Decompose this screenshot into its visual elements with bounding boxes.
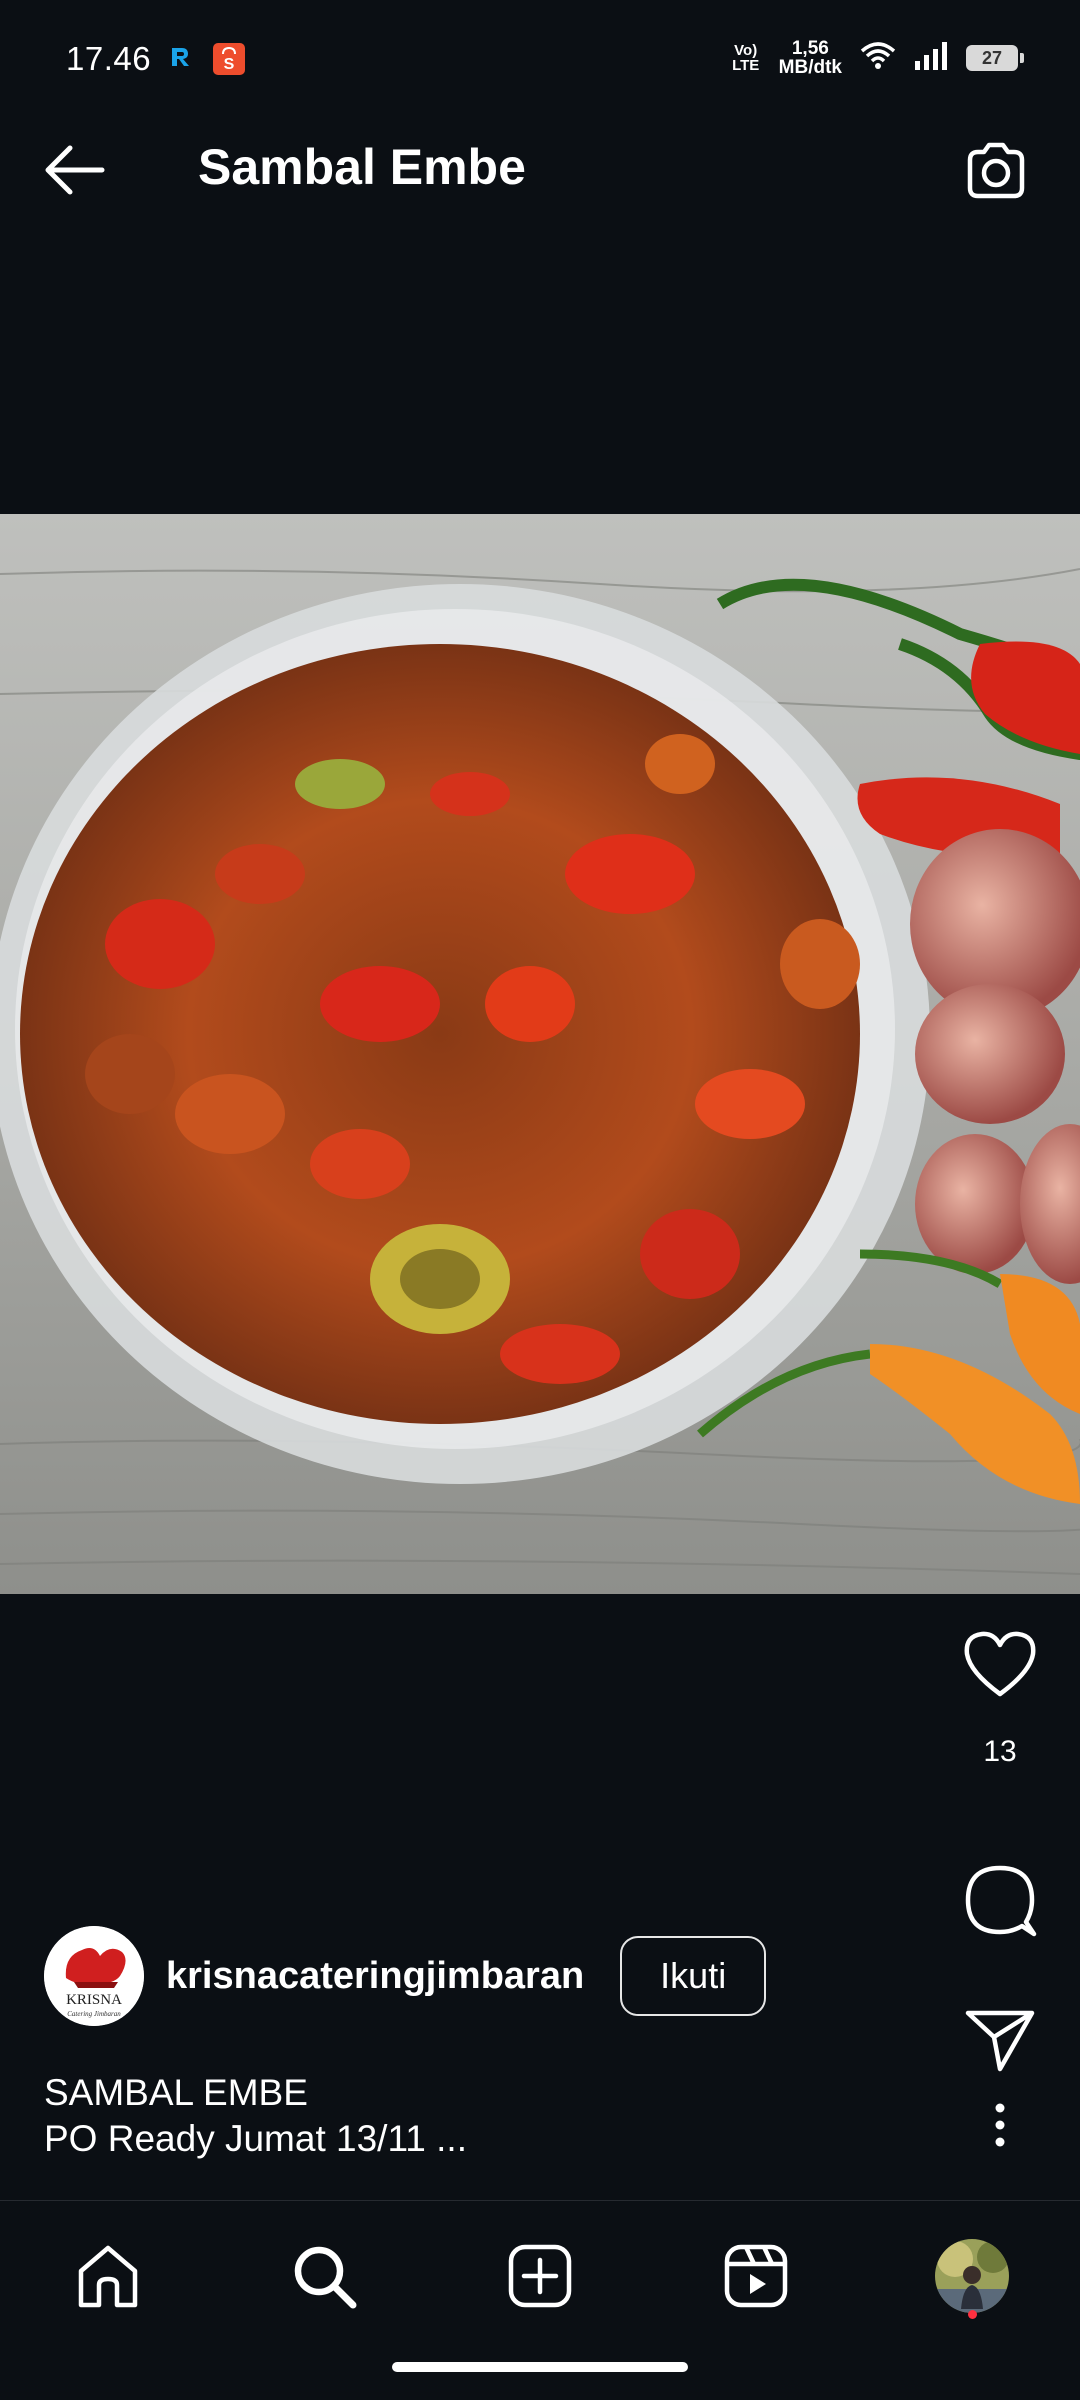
status-time: 17.46: [66, 40, 152, 77]
nav-search[interactable]: [279, 2231, 369, 2321]
author-row: KRISNA Catering Jimbaran krisnacateringj…: [44, 1926, 767, 2026]
sync-icon: [168, 44, 194, 75]
profile-avatar: [935, 2239, 1009, 2313]
logo-subtext: Catering Jimbaran: [67, 2010, 121, 2018]
share-button[interactable]: [955, 1995, 1045, 2085]
author-username[interactable]: krisnacateringjimbaran: [166, 1955, 584, 1998]
home-icon: [78, 2245, 138, 2308]
post-image[interactable]: [0, 514, 1080, 1594]
nav-create[interactable]: [495, 2231, 585, 2321]
arrow-left-icon: [45, 145, 105, 195]
app-header: Sambal Embe: [0, 120, 1080, 220]
like-button[interactable]: [955, 1620, 1045, 1710]
battery-indicator: 27: [966, 45, 1024, 71]
network-type: Vo) LTE: [731, 43, 761, 73]
signal-icon: [914, 41, 948, 76]
speed-value: 1,56: [791, 38, 829, 59]
logo-text: KRISNA: [66, 1992, 122, 2008]
shopping-bag-icon: S: [212, 42, 246, 81]
nav-reels[interactable]: [711, 2231, 801, 2321]
status-indicators: Vo) LTE 1,56 MB/dtk 27: [731, 38, 1024, 78]
plus-square-icon: [508, 2244, 572, 2308]
post-caption[interactable]: SAMBAL EMBE PO Ready Jumat 13/11 ...: [44, 2070, 467, 2162]
camera-button[interactable]: [964, 140, 1028, 204]
home-indicator[interactable]: [392, 2362, 688, 2372]
more-vertical-icon: [995, 2103, 1005, 2147]
wifi-icon: [860, 41, 896, 76]
heart-icon: [964, 1631, 1036, 1697]
back-button[interactable]: [40, 142, 110, 198]
notification-dot: [968, 2310, 977, 2319]
speed-unit: MB/dtk: [778, 57, 842, 78]
network-label: Vo) LTE: [732, 42, 760, 74]
svg-text:S: S: [224, 56, 235, 73]
camera-icon: [967, 142, 1025, 199]
reels-icon: [724, 2244, 788, 2308]
comment-button[interactable]: [955, 1855, 1045, 1945]
network-speed: 1,56 MB/dtk: [779, 39, 842, 77]
screen: 17.46 S Vo) LTE 1,56 MB/dtk 27 Sambal Em…: [0, 0, 1080, 2400]
follow-button[interactable]: Ikuti: [620, 1936, 767, 2016]
sambal-photo: [0, 514, 1080, 1594]
status-bar: 17.46 S Vo) LTE 1,56 MB/dtk 27: [0, 0, 1080, 92]
nav-profile[interactable]: [927, 2231, 1017, 2321]
send-icon: [965, 2010, 1035, 2072]
caption-line-1: SAMBAL EMBE: [44, 2072, 308, 2113]
comment-icon: [965, 1865, 1037, 1937]
nav-home[interactable]: [63, 2231, 153, 2321]
like-count: 13: [983, 1735, 1017, 1768]
battery-level: 27: [981, 47, 1003, 68]
author-avatar[interactable]: KRISNA Catering Jimbaran: [44, 1926, 144, 2026]
page-title: Sambal Embe: [198, 139, 526, 195]
search-icon: [294, 2246, 357, 2309]
more-options-button[interactable]: [960, 2090, 1040, 2160]
caption-line-2: PO Ready Jumat 13/11 ...: [44, 2118, 467, 2159]
krisna-logo: KRISNA Catering Jimbaran: [44, 1926, 144, 2026]
